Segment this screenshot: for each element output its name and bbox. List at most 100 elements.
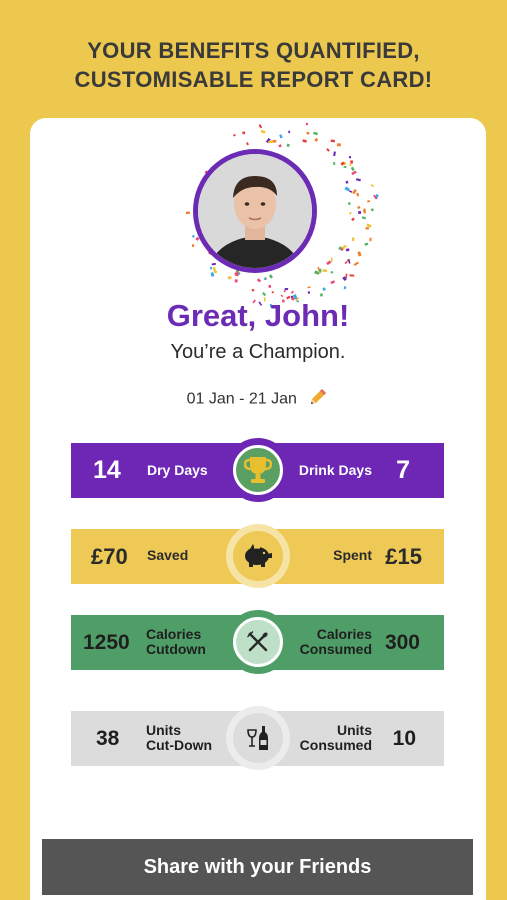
units-cutdown-value: 38 <box>96 727 120 750</box>
greeting-title: Great, John! <box>166 298 350 333</box>
calories-consumed-value: 300 <box>384 631 420 654</box>
calories-cutdown-label: Calories Cutdown <box>146 627 206 657</box>
confetti-piece <box>322 269 327 272</box>
confetti-piece <box>351 237 355 242</box>
confetti-piece <box>271 291 274 294</box>
confetti-piece <box>337 143 341 147</box>
confetti-piece <box>283 289 286 293</box>
confetti-piece <box>213 270 218 274</box>
confetti-piece <box>322 287 327 292</box>
headline: YOUR BENEFITS QUANTIFIED, CUSTOMISABLE R… <box>0 36 507 94</box>
saved-label: Saved <box>147 547 189 563</box>
wine-bottle-icon <box>247 726 268 750</box>
confetti-piece <box>232 133 236 137</box>
confetti-piece <box>352 189 357 195</box>
confetti-piece <box>358 211 362 214</box>
confetti-piece <box>356 192 360 197</box>
confetti-piece <box>251 288 255 292</box>
confetti-piece <box>348 156 352 159</box>
confetti-piece <box>191 244 195 248</box>
confetti-piece <box>330 257 333 263</box>
confetti-piece <box>370 208 375 212</box>
fork-knife-icon <box>247 631 268 652</box>
confetti-piece <box>262 292 267 297</box>
confetti-piece <box>284 287 289 291</box>
confetti-piece <box>192 234 195 238</box>
confetti-piece <box>307 291 311 294</box>
confetti-piece <box>306 131 310 135</box>
confetti-piece <box>351 170 357 176</box>
confetti-piece <box>290 290 295 294</box>
confetti-piece <box>343 165 347 169</box>
wine-bottle-badge <box>226 706 290 770</box>
confetti-piece <box>361 216 367 220</box>
calories-consumed-label-1: Calories <box>316 626 372 642</box>
trophy-badge <box>226 438 290 502</box>
confetti-piece <box>347 259 351 264</box>
confetti-piece <box>320 293 323 297</box>
confetti-piece <box>349 163 352 166</box>
units-cutdown-label-2: Cut-Down <box>146 737 213 753</box>
units-cutdown-label: Units Cut-Down <box>146 723 212 753</box>
confetti-piece <box>333 151 336 157</box>
headline-line-2: CUSTOMISABLE REPORT CARD! <box>74 67 433 92</box>
dry-days-row: 14 Dry Days Drink Days 7 <box>71 438 444 502</box>
confetti-piece <box>305 122 309 126</box>
calories-cutdown-value: 1250 <box>83 631 130 654</box>
units-consumed-value: 10 <box>392 727 416 750</box>
confetti-piece <box>268 274 273 279</box>
calories-cutdown-label-1: Calories <box>146 626 202 642</box>
headline-line-1: YOUR BENEFITS QUANTIFIED, <box>87 38 420 63</box>
confetti-piece <box>349 274 355 277</box>
confetti-piece <box>268 284 272 288</box>
drink-days-value: 7 <box>396 456 410 484</box>
pencil-edit-icon[interactable] <box>307 386 329 413</box>
confetti-piece <box>278 144 282 148</box>
confetti-piece <box>353 261 359 266</box>
spent-value: £15 <box>385 544 422 569</box>
confetti-piece <box>349 212 352 215</box>
confetti-piece <box>350 166 355 171</box>
share-button[interactable]: Share with your Friends <box>42 839 473 895</box>
confetti-piece <box>357 251 362 257</box>
report-card: Great, John! You’re a Champion. 01 Jan -… <box>30 118 486 900</box>
trophy-icon <box>244 457 272 483</box>
confetti-piece <box>209 266 213 270</box>
confetti-piece <box>319 268 322 273</box>
avatar-ring <box>193 149 317 273</box>
confetti-piece <box>242 131 246 135</box>
confetti-piece <box>330 139 335 143</box>
drink-days-label: Drink Days <box>298 462 372 478</box>
profile-photo <box>198 154 312 268</box>
fork-knife-badge <box>226 610 290 674</box>
confetti-piece <box>348 202 351 205</box>
confetti-piece <box>258 124 263 129</box>
confetti-piece <box>363 208 366 214</box>
confetti-piece <box>350 160 354 164</box>
confetti-piece <box>355 178 361 182</box>
confetti-piece <box>345 180 349 184</box>
confetti-piece <box>286 143 290 148</box>
confetti-piece <box>307 286 311 289</box>
confetti-piece <box>344 186 350 192</box>
calories-cutdown-label-2: Cutdown <box>146 641 206 657</box>
confetti-piece <box>330 280 336 285</box>
confetti-piece <box>302 139 307 143</box>
spent-label: Spent <box>333 547 372 563</box>
greeting-subtitle: You’re a Champion. <box>170 341 346 363</box>
units-consumed-label-2: Consumed <box>299 737 372 753</box>
confetti-piece <box>357 205 361 210</box>
confetti-piece <box>234 279 238 283</box>
units-consumed-label: Units Consumed <box>300 723 372 753</box>
confetti-piece <box>288 130 291 134</box>
calories-consumed-label: Calories Consumed <box>300 627 372 657</box>
units-consumed-label-1: Units <box>337 722 372 738</box>
confetti-piece <box>185 211 191 215</box>
confetti-piece <box>326 148 330 152</box>
confetti-piece <box>367 200 371 203</box>
confetti-piece <box>210 272 215 277</box>
confetti-piece <box>345 248 350 252</box>
confetti-piece <box>330 271 334 274</box>
confetti-piece <box>326 260 332 266</box>
avatar <box>198 154 312 268</box>
